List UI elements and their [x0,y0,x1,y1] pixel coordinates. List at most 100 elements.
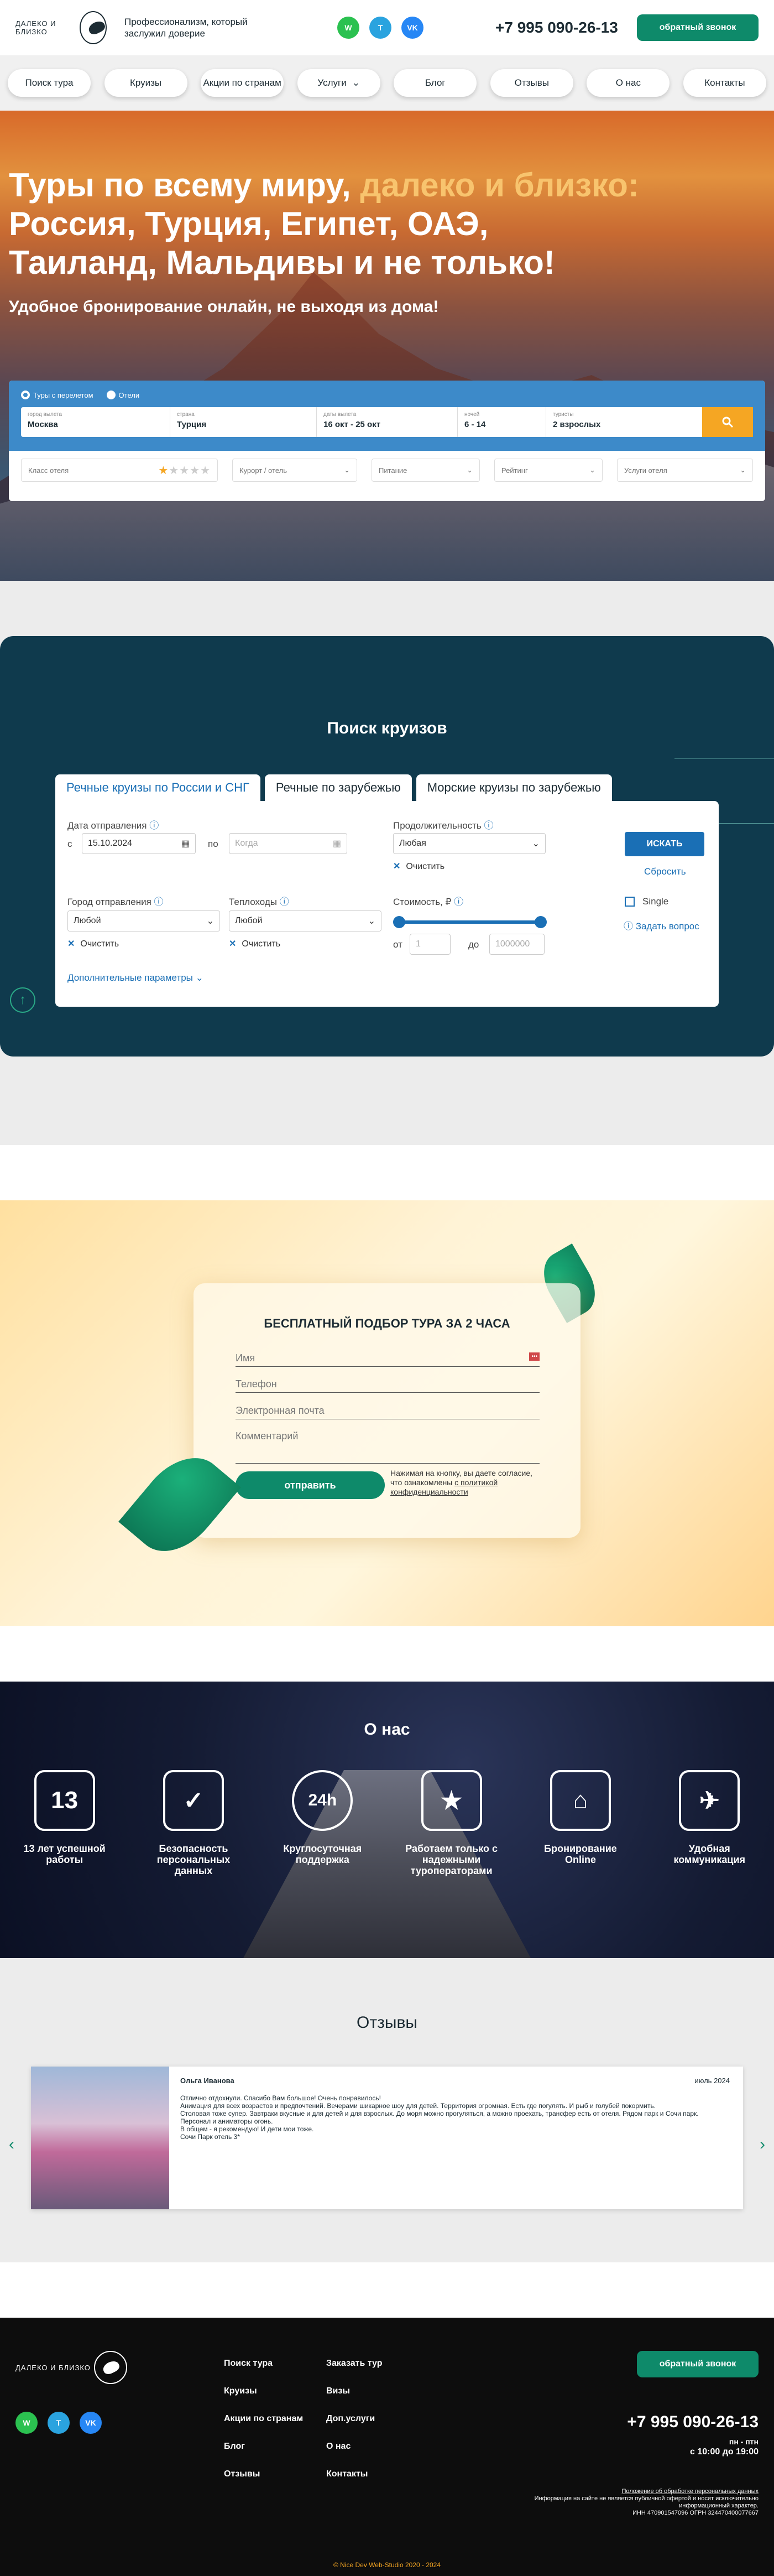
inn-ogrn: ИНН 470901547096 ОГРН 324470400077667 [632,2510,759,2516]
ask-question-link[interactable]: ⓘ Задать вопрос [624,918,699,932]
search-button[interactable] [702,407,753,437]
rating-filter[interactable]: Рейтинг ⌄ [494,459,603,482]
price-slider[interactable] [393,916,547,928]
email-field[interactable]: Электронная почта [236,1405,540,1419]
logo-bird-icon [93,2351,127,2384]
policy-link[interactable]: Положение об обработке персональных данн… [493,2488,759,2495]
resort-filter[interactable]: Курорт / отель ⌄ [232,459,357,482]
help-icon[interactable]: ⓘ [154,897,164,907]
single-checkbox[interactable]: Single [625,896,668,907]
cruise-tabs: Речные круизы по России и СНГ Речные по … [55,774,612,801]
whatsapp-icon[interactable]: W [337,17,359,39]
footer-logo[interactable]: ДАЛЕКО И БЛИЗКО [15,2351,127,2384]
name-field[interactable]: Имя ••• [236,1352,540,1367]
footer-link[interactable]: Доп.услуги [326,2405,382,2433]
arrow-up-icon: ↑ [19,992,26,1007]
tab-river-abroad[interactable]: Речные по зарубежью [264,774,412,801]
footer-link[interactable]: Блог [224,2433,303,2460]
footer-phone[interactable]: +7 995 090-26-13 [627,2413,759,2432]
comment-field[interactable]: Комментарий [236,1430,540,1464]
vk-icon[interactable]: VK [401,17,423,39]
hotel-class-filter[interactable]: Класс отеля ★★★★★ [21,459,218,482]
slider-handle-max[interactable] [535,916,547,928]
help-icon[interactable]: ⓘ [149,820,159,831]
feature-label: Работаем только с надежными туроператора… [405,1843,498,1876]
tab-river-russia[interactable]: Речные круизы по России и СНГ [55,774,260,801]
footer-link[interactable]: Заказать тур [326,2350,382,2377]
city-select[interactable]: Любой ⌄ [67,910,220,931]
next-arrow-icon[interactable]: › [760,2135,765,2154]
city-label: Город отправления ⓘ [67,894,164,908]
chevron-down-icon: ⌄ [206,917,214,926]
hero-title-highlight: далеко и близко: [360,166,639,204]
nav-item-blog[interactable]: Блог [394,69,477,97]
nav-item-cruises[interactable]: Круизы [104,69,187,97]
whatsapp-icon[interactable]: W [15,2412,38,2434]
social-links: W T VK [337,17,423,39]
hotel-services-filter[interactable]: Услуги отеля ⌄ [617,459,753,482]
ship-clear[interactable]: ✕ Очистить [229,938,280,949]
footer-link[interactable]: Поиск тура [224,2350,303,2377]
more-params-link[interactable]: Дополнительные параметры ⌄ [67,972,203,983]
footer-link[interactable]: О нас [326,2433,382,2460]
nav-item-country-deals[interactable]: Акции по странам [201,69,284,97]
vk-icon[interactable]: VK [80,2412,102,2434]
callback-button[interactable]: обратный звонок [637,14,759,41]
star-rating[interactable]: ★★★★★ [158,464,211,477]
date-to-input[interactable]: Когда ▦ [229,833,347,854]
submit-button[interactable]: отправить [236,1471,385,1499]
help-icon[interactable]: ⓘ [484,820,494,831]
nights-field[interactable]: ночей 6 - 14 [458,407,546,437]
radio-tours[interactable]: Туры с перелетом [21,391,93,399]
price-max-input[interactable]: 1000000 [489,934,545,955]
feature-years: 13 13 лет успешной работы [18,1770,112,1876]
footer-link[interactable]: Акции по странам [224,2405,303,2433]
phone-field[interactable]: Телефон [236,1378,540,1393]
help-icon[interactable]: ⓘ [454,897,463,907]
chevron-down-icon: ⌄ [352,77,360,88]
meal-filter[interactable]: Питание ⌄ [372,459,480,482]
footer-link[interactable]: Отзывы [224,2460,303,2488]
logo-text: ДАЛЕКО И БЛИЗКО [15,19,56,36]
footer-callback-button[interactable]: обратный звонок [637,2351,759,2377]
field-value: 2 взрослых [553,420,601,429]
footer-link[interactable]: Круизы [224,2377,303,2405]
tab-sea-abroad[interactable]: Морские круизы по зарубежью [416,774,612,801]
tourists-field[interactable]: туристы 2 взрослых [546,407,690,437]
slider-handle-min[interactable] [393,916,405,928]
nav-item-contacts[interactable]: Контакты [683,69,766,97]
star-icon: ★ [169,464,180,477]
telegram-icon[interactable]: T [369,17,391,39]
work-days: пн - птн [729,2437,759,2446]
logo[interactable]: ДАЛЕКО И БЛИЗКО [15,11,107,44]
radio-hotels[interactable]: Отели [106,391,139,399]
prev-arrow-icon[interactable]: ‹ [9,2135,14,2154]
scroll-up-button[interactable]: ↑ [10,987,35,1013]
feature-label: Удобная коммуникация [673,1843,746,1865]
nav-item-tour-search[interactable]: Поиск тура [8,69,91,97]
cruise-form: Дата отправления ⓘ с 15.10.2024 ▦ по Когд… [55,801,719,1007]
nav-item-services[interactable]: Услуги ⌄ [297,69,380,97]
country-field[interactable]: страна Турция [170,407,317,437]
help-icon[interactable]: ⓘ [280,897,289,907]
dates-field[interactable]: даты вылета 16 окт - 25 окт [317,407,458,437]
date-from-input[interactable]: 15.10.2024 ▦ [82,833,196,854]
departure-city-field[interactable]: город вылета Москва [21,407,170,437]
ship-select[interactable]: Любой ⌄ [229,910,381,931]
city-clear[interactable]: ✕ Очистить [67,938,119,949]
review-text: Отлично отдохнули. Спасибо Вам большое! … [180,2094,699,2141]
cruise-search-button[interactable]: ИСКАТЬ [625,832,704,856]
nav-item-reviews[interactable]: Отзывы [490,69,573,97]
nav-item-about[interactable]: О нас [587,69,670,97]
site-header: ДАЛЕКО И БЛИЗКО Профессионализм, который… [0,0,774,55]
reset-link[interactable]: Сбросить [644,866,686,877]
phone-number[interactable]: +7 995 090-26-13 [495,19,618,37]
duration-select[interactable]: Любая ⌄ [393,833,546,854]
price-min-input[interactable]: 1 [410,934,451,955]
footer-link[interactable]: Визы [326,2377,382,2405]
hero-subtitle: Удобное бронирование онлайн, не выходя и… [9,298,439,316]
label-text: Теплоходы [229,897,277,907]
telegram-icon[interactable]: T [48,2412,70,2434]
footer-link[interactable]: Контакты [326,2460,382,2488]
duration-clear[interactable]: ✕ Очистить [393,861,444,872]
